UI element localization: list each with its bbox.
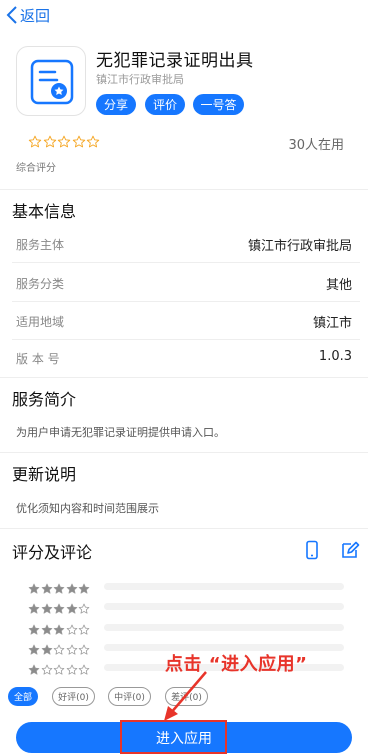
review-actions: [284, 540, 360, 560]
row-value-region: 镇江市: [312, 316, 352, 331]
star-filled-icon: [66, 580, 78, 594]
divider: [0, 189, 368, 190]
distribution-row-stars: [28, 580, 91, 594]
star-filled-icon: [28, 641, 40, 655]
app-title: 无犯罪记录证明出具: [96, 51, 254, 71]
star-filled-icon: [78, 580, 90, 594]
star-filled-icon: [28, 621, 40, 635]
back-button[interactable]: 返回: [6, 4, 50, 26]
distribution-bar: [104, 583, 344, 590]
row-value-category: 其他: [325, 278, 352, 293]
reviews-title: 评分及评论: [12, 543, 93, 562]
star-empty-icon: [78, 600, 90, 614]
update-title: 更新说明: [12, 465, 77, 484]
divider: [12, 262, 360, 263]
filter-all[interactable]: 全部: [8, 687, 38, 706]
star-empty-icon: [41, 661, 53, 675]
app-icon: [16, 46, 86, 116]
intro-title: 服务简介: [12, 390, 77, 409]
divider: [0, 528, 368, 529]
app-org: 镇江市行政审批局: [96, 73, 184, 86]
chevron-left-icon: [6, 6, 17, 24]
star-icon: [57, 134, 71, 148]
filter-neutral[interactable]: 中评(0): [108, 687, 151, 706]
divider: [12, 339, 360, 340]
phone-icon[interactable]: [302, 540, 322, 560]
row-value-version: 1.0.3: [318, 349, 352, 364]
rating-stars: [28, 134, 101, 148]
star-filled-icon: [41, 600, 53, 614]
row-label-region: 适用地域: [16, 315, 65, 329]
row-label-provider: 服务主体: [16, 238, 65, 252]
edit-icon[interactable]: [340, 540, 360, 560]
distribution-row-stars: [28, 661, 91, 675]
star-filled-icon: [28, 661, 40, 675]
share-button[interactable]: 分享: [96, 94, 136, 115]
star-empty-icon: [78, 661, 90, 675]
star-icon: [86, 134, 100, 148]
star-filled-icon: [28, 580, 40, 594]
row-label-version: 版 本 号: [16, 352, 60, 366]
certificate-icon: [30, 59, 74, 105]
intro-text: 为用户申请无犯罪记录证明提供申请入口。: [16, 426, 225, 439]
star-empty-icon: [66, 621, 78, 635]
distribution-row-stars: [28, 621, 91, 635]
star-empty-icon: [66, 641, 78, 655]
divider: [0, 377, 368, 378]
score-label: 综合评分: [16, 163, 56, 174]
back-label: 返回: [20, 6, 51, 25]
annotation-arrow-icon: [164, 671, 207, 721]
row-label-category: 服务分类: [16, 277, 65, 291]
distribution-row-stars: [28, 641, 91, 655]
star-filled-icon: [53, 621, 65, 635]
star-filled-icon: [41, 641, 53, 655]
yihaoda-button[interactable]: 一号答: [193, 94, 244, 115]
star-filled-icon: [41, 580, 53, 594]
star-icon: [28, 134, 42, 148]
star-icon: [43, 134, 57, 148]
distribution-bar: [104, 603, 344, 610]
row-value-provider: 镇江市行政审批局: [247, 239, 352, 254]
distribution-bar: [104, 624, 344, 631]
basic-info-title: 基本信息: [12, 202, 77, 221]
nav-bar: 返回: [0, 0, 368, 30]
star-filled-icon: [53, 600, 65, 614]
star-empty-icon: [53, 661, 65, 675]
update-text: 优化须知内容和时间范围展示: [16, 502, 159, 515]
divider: [0, 452, 368, 453]
star-filled-icon: [28, 600, 40, 614]
star-filled-icon: [53, 580, 65, 594]
star-empty-icon: [78, 641, 90, 655]
users-count: 30人在用: [288, 138, 344, 153]
star-empty-icon: [53, 641, 65, 655]
divider: [12, 301, 360, 302]
rate-button[interactable]: 评价: [145, 94, 185, 115]
star-empty-icon: [66, 661, 78, 675]
highlight-box: [120, 720, 227, 754]
filter-positive[interactable]: 好评(0): [52, 687, 95, 706]
star-filled-icon: [41, 621, 53, 635]
star-empty-icon: [78, 621, 90, 635]
star-filled-icon: [66, 600, 78, 614]
star-icon: [72, 134, 86, 148]
distribution-row-stars: [28, 600, 91, 614]
